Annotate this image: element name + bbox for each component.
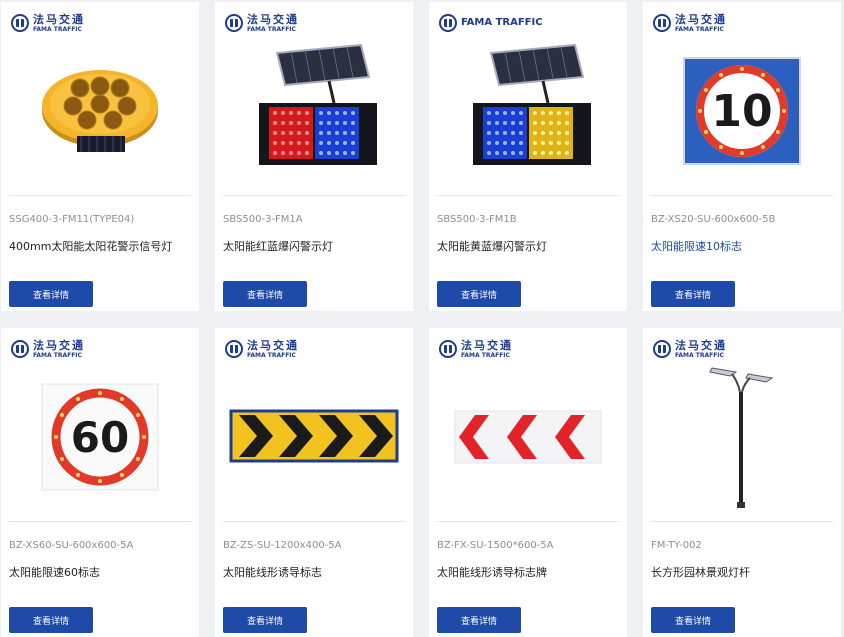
brand-en: FAMA TRAFFIC	[247, 351, 296, 359]
divider	[223, 195, 405, 196]
brand-logo: 法马交通 FAMA TRAFFIC	[11, 10, 85, 36]
product-model: BZ-XS20-SU-600x600-5B	[651, 214, 776, 225]
product-model: SBS500-3-FM1B	[437, 214, 517, 225]
fama-logo-icon	[653, 14, 671, 32]
garden-lamp-post-icon[interactable]	[643, 362, 841, 512]
divider	[9, 521, 191, 522]
product-model: BZ-XS60-SU-600x600-5A	[9, 540, 134, 551]
fama-logo-icon	[225, 340, 243, 358]
product-card[interactable]: 法马交通 FAMA TRAFFIC SBS500-3-FM1A 太阳能红蓝爆闪警示…	[215, 2, 413, 311]
brand-logo: 法马交通 FAMA TRAFFIC	[11, 336, 85, 362]
fama-logo-icon	[439, 14, 457, 32]
product-name[interactable]: 400mm太阳能太阳花警示信号灯	[9, 238, 172, 254]
view-details-button[interactable]: 查看详情	[9, 281, 93, 307]
product-model: BZ-FX-SU-1500*600-5A	[437, 540, 554, 551]
red-chevron-sign-icon[interactable]	[429, 362, 627, 512]
brand-cn: 法马交通	[461, 338, 513, 352]
yellow-solar-warning-light-icon[interactable]	[1, 36, 199, 186]
brand-logo: 法马交通 FAMA TRAFFIC	[653, 10, 727, 36]
product-card[interactable]: 法马交通 FAMA TRAFFIC SSG400-3-FM11(TYPE04) 4…	[1, 2, 199, 311]
fama-logo-icon	[439, 340, 457, 358]
view-details-button[interactable]: 查看详情	[651, 607, 735, 633]
divider	[437, 195, 619, 196]
brand-cn: 法马交通	[675, 12, 727, 26]
brand-cn: 法马交通	[33, 338, 85, 352]
red-blue-solar-strobe-light-icon[interactable]	[215, 36, 413, 186]
brand-logo: 法马交通 FAMA TRAFFIC	[439, 336, 513, 362]
brand-logo: 法马交通 FAMA TRAFFIC	[653, 336, 727, 362]
product-model: FM-TY-002	[651, 540, 702, 551]
brand-en: FAMA TRAFFIC	[247, 25, 296, 33]
fama-logo-icon	[225, 14, 243, 32]
view-details-button[interactable]: 查看详情	[437, 607, 521, 633]
divider	[223, 521, 405, 522]
brand-logo: FAMA TRAFFIC	[439, 10, 543, 36]
product-name[interactable]: 太阳能限速60标志	[9, 564, 100, 580]
view-details-button[interactable]: 查看详情	[437, 281, 521, 307]
brand-cn: 法马交通	[675, 338, 727, 352]
product-name[interactable]: 太阳能线形诱导标志	[223, 564, 322, 580]
speed-limit-60-sign-icon[interactable]: 60	[1, 362, 199, 512]
product-name[interactable]: 长方形园林景观灯杆	[651, 564, 750, 580]
brand-cn: 法马交通	[247, 12, 299, 26]
product-model: BZ-ZS-SU-1200x400-5A	[223, 540, 342, 551]
yellow-chevron-sign-icon[interactable]	[215, 362, 413, 512]
fama-logo-icon	[11, 340, 29, 358]
speed-sign-number: 60	[71, 413, 129, 462]
brand-cn: 法马交通	[33, 12, 85, 26]
brand-en: FAMA TRAFFIC	[461, 17, 543, 28]
view-details-button[interactable]: 查看详情	[223, 607, 307, 633]
brand-en: FAMA TRAFFIC	[675, 351, 724, 359]
product-card[interactable]: 法马交通 FAMA TRAFFIC BZ-ZS-SU-1200x400-5A 太阳…	[215, 328, 413, 637]
divider	[9, 195, 191, 196]
product-name[interactable]: 太阳能线形诱导标志牌	[437, 564, 547, 580]
speed-sign-number: 10	[711, 86, 772, 137]
brand-en: FAMA TRAFFIC	[33, 25, 82, 33]
product-name[interactable]: 太阳能限速10标志	[651, 238, 742, 254]
view-details-button[interactable]: 查看详情	[9, 607, 93, 633]
fama-logo-icon	[653, 340, 671, 358]
product-card[interactable]: FAMA TRAFFIC SBS500-3-FM1B 太阳能黄蓝爆闪警示灯 查看…	[429, 2, 627, 311]
fama-logo-icon	[11, 14, 29, 32]
speed-limit-10-sign-icon[interactable]: 10	[643, 36, 841, 186]
divider	[651, 521, 833, 522]
brand-en: FAMA TRAFFIC	[33, 351, 82, 359]
view-details-button[interactable]: 查看详情	[651, 281, 735, 307]
product-card[interactable]: 法马交通 FAMA TRAFFIC FM-TY-002 长方形园林景观灯杆 查看详…	[643, 328, 841, 637]
product-name[interactable]: 太阳能红蓝爆闪警示灯	[223, 238, 333, 254]
brand-en: FAMA TRAFFIC	[461, 351, 510, 359]
divider	[651, 195, 833, 196]
product-model: SBS500-3-FM1A	[223, 214, 303, 225]
product-card[interactable]: 法马交通 FAMA TRAFFIC 60 BZ-XS60-SU-600x600-5…	[1, 328, 199, 637]
product-name[interactable]: 太阳能黄蓝爆闪警示灯	[437, 238, 547, 254]
brand-en: FAMA TRAFFIC	[675, 25, 724, 33]
brand-logo: 法马交通 FAMA TRAFFIC	[225, 336, 299, 362]
view-details-button[interactable]: 查看详情	[223, 281, 307, 307]
brand-logo: 法马交通 FAMA TRAFFIC	[225, 10, 299, 36]
product-card[interactable]: 法马交通 FAMA TRAFFIC 10 BZ-XS20-SU-600x600-5…	[643, 2, 841, 311]
product-model: SSG400-3-FM11(TYPE04)	[9, 214, 135, 225]
blue-yellow-solar-strobe-light-icon[interactable]	[429, 36, 627, 186]
product-grid: 法马交通 FAMA TRAFFIC SSG400-3-FM11(TYPE04) 4…	[0, 0, 844, 637]
product-card[interactable]: 法马交通 FAMA TRAFFIC BZ-FX-SU-1500*600-5A 太阳…	[429, 328, 627, 637]
brand-cn: 法马交通	[247, 338, 299, 352]
divider	[437, 521, 619, 522]
